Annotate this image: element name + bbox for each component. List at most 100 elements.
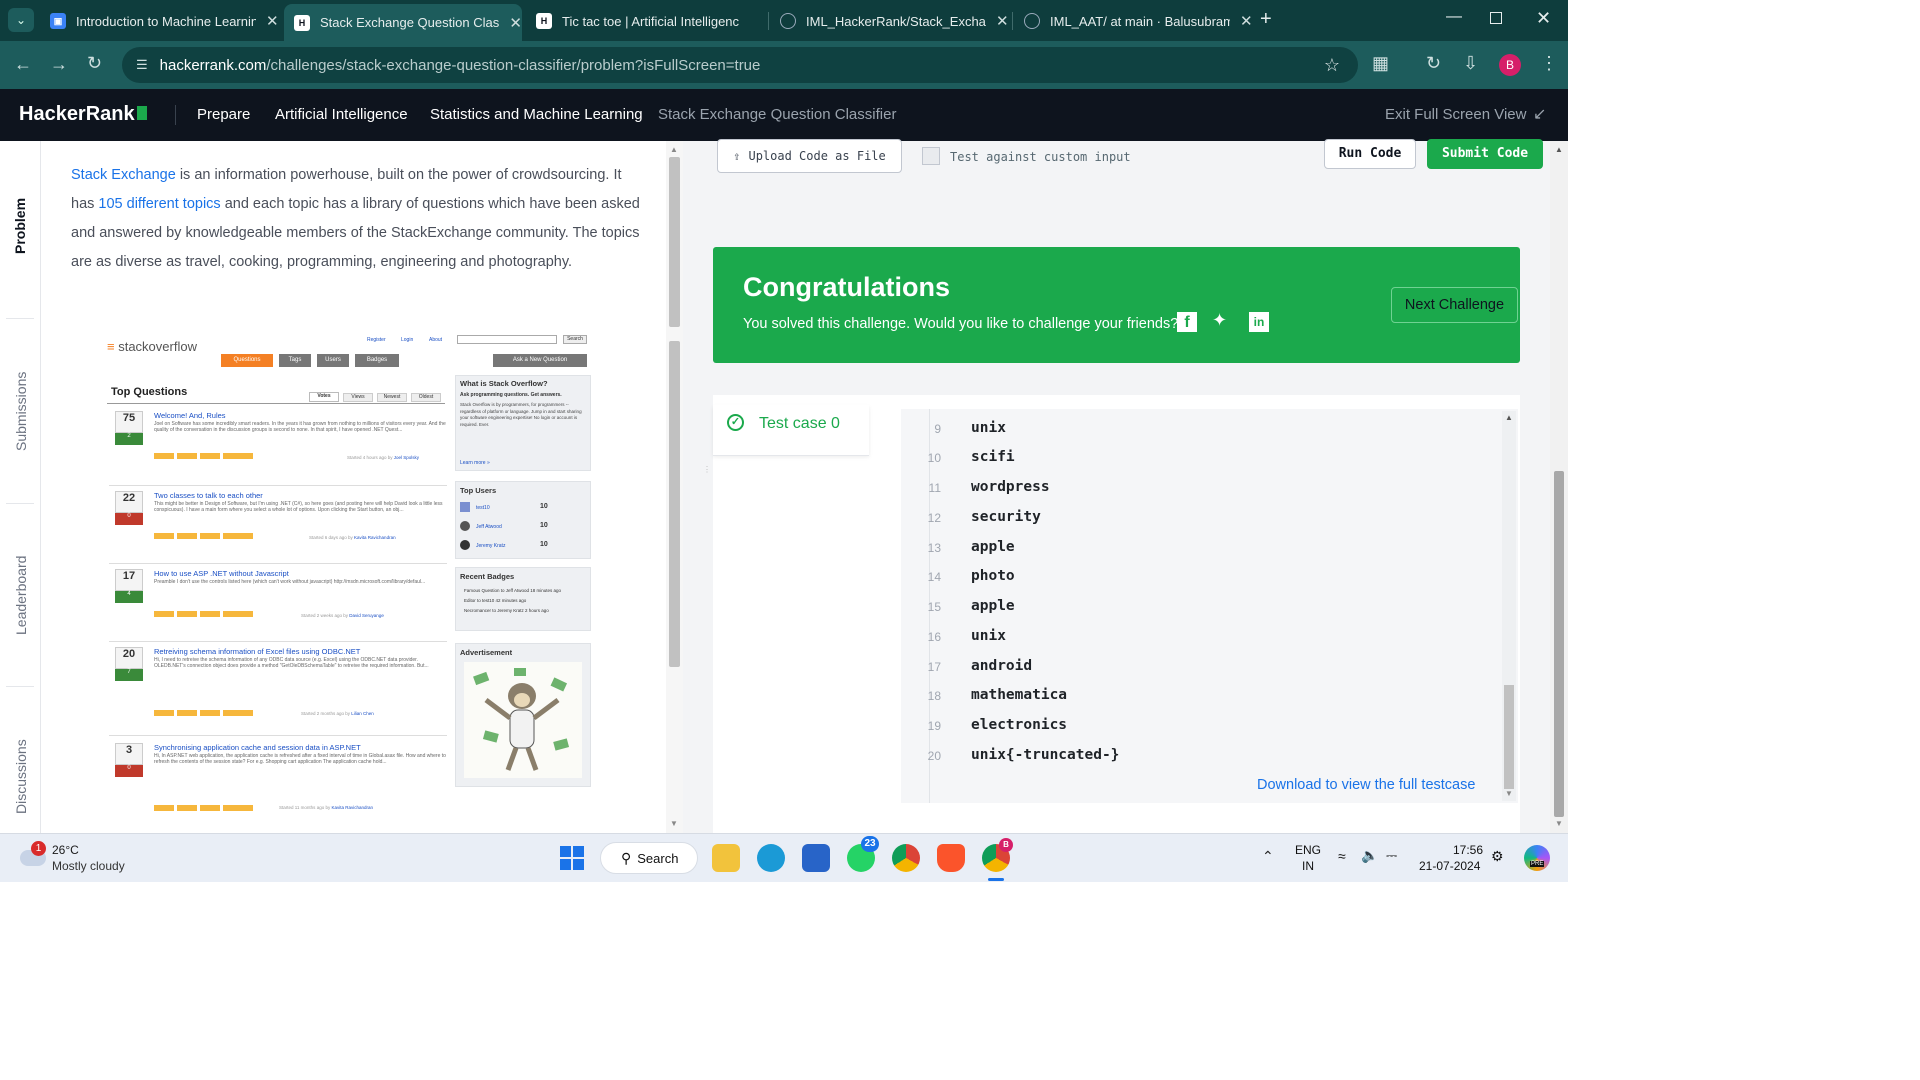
run-code-button[interactable]: Run Code xyxy=(1324,139,1416,169)
drag-handle[interactable]: ⋮ xyxy=(703,465,711,505)
windows-taskbar: 1 26°C Mostly cloudy ⚲ Search 23 B ⌃ ENG… xyxy=(0,833,1568,882)
editor-results-pane: ⇪ Upload Code as File Test against custo… xyxy=(683,139,1550,833)
chrome-app-icon[interactable] xyxy=(892,844,920,872)
browser-tab-strip: ⌄ ▣ Introduction to Machine Learnin ✕ H … xyxy=(0,0,1568,41)
volume-icon[interactable]: 🔈 xyxy=(1361,847,1378,864)
brave-icon[interactable] xyxy=(937,844,965,872)
reload-icon[interactable]: ↻ xyxy=(87,53,102,74)
bookmark-star-icon[interactable]: ☆ xyxy=(1324,55,1340,76)
stack-exchange-link[interactable]: Stack Exchange xyxy=(71,167,176,183)
copilot-icon[interactable]: PRE xyxy=(1524,845,1550,871)
browser-tab[interactable]: IML_HackerRank/Stack_Exchang ✕ xyxy=(770,6,1010,36)
linkedin-icon[interactable]: in xyxy=(1249,312,1269,332)
extensions-icon[interactable]: ▦ xyxy=(1372,53,1389,74)
problem-intro: Stack Exchange is an information powerho… xyxy=(71,167,640,270)
tab-search-button[interactable]: ⌄ xyxy=(8,8,34,32)
address-bar-row: ← → ↻ ☰ hackerrank.com /challenges/stack… xyxy=(0,41,1568,89)
windows-start-icon[interactable] xyxy=(558,844,586,872)
browser-tab[interactable]: IML_AAT/ at main · Balusubram ✕ xyxy=(1014,6,1254,36)
facebook-icon[interactable]: f xyxy=(1177,312,1197,332)
back-icon[interactable]: ← xyxy=(14,54,32,75)
taskbar-search[interactable]: ⚲ Search xyxy=(600,842,698,874)
hackerrank-logo[interactable]: HackerRank xyxy=(19,103,147,126)
close-tab-icon[interactable]: ✕ xyxy=(1240,12,1253,30)
question-row: 20 7 Retreiving schema information of Ex… xyxy=(109,647,449,733)
topics-link[interactable]: 105 different topics xyxy=(98,196,220,212)
download-icon[interactable]: ⇩ xyxy=(1463,53,1478,74)
language-bottom[interactable]: IN xyxy=(1302,859,1314,873)
active-app-indicator xyxy=(988,878,1004,881)
testcase-tab[interactable]: ✓ Test case 0 xyxy=(713,405,869,455)
minimize-icon[interactable]: — xyxy=(1446,8,1462,26)
site-info-icon[interactable]: ☰ xyxy=(136,57,148,73)
side-rail: Problem Submissions Leaderboard Discussi… xyxy=(0,141,41,833)
whatsapp-icon[interactable]: 23 xyxy=(847,836,879,872)
new-tab-button[interactable]: + xyxy=(1260,8,1272,31)
upload-icon: ⇪ xyxy=(733,149,741,163)
search-icon: ⚲ xyxy=(621,849,632,866)
language-top[interactable]: ENG xyxy=(1295,843,1321,857)
close-tab-icon[interactable]: ✕ xyxy=(996,12,1009,30)
browser-tab[interactable]: H Tic tac toe | Artificial Intelligenc xyxy=(526,6,766,36)
notification-icon[interactable]: ⚙ xyxy=(1491,848,1504,865)
tab-leaderboard[interactable]: Leaderboard xyxy=(13,556,29,635)
breadcrumb-current: Stack Exchange Question Classifier xyxy=(658,106,897,123)
browser-tab-active[interactable]: H Stack Exchange Question Classi ✕ xyxy=(284,4,522,41)
testcase-label: Test case 0 xyxy=(759,415,840,432)
close-tab-icon[interactable]: ✕ xyxy=(266,12,279,30)
submit-code-button[interactable]: Submit Code xyxy=(1427,139,1543,169)
stackoverflow-screenshot: ≡ stackoverflow Register Login About Sea… xyxy=(101,331,601,831)
store-icon[interactable] xyxy=(802,844,830,872)
collapse-icon[interactable]: ↙ xyxy=(1533,104,1546,124)
weather-widget[interactable]: 1 26°C Mostly cloudy xyxy=(18,841,178,876)
forward-icon[interactable]: → xyxy=(50,54,68,75)
tab-submissions[interactable]: Submissions xyxy=(13,372,29,451)
whatsapp-badge: 23 xyxy=(861,836,879,852)
congrats-text: You solved this challenge. Would you lik… xyxy=(743,316,1179,332)
so-badges-box: Recent Badges Famous Question to Jeff At… xyxy=(455,567,591,631)
breadcrumb-stats-ml[interactable]: Statistics and Machine Learning xyxy=(430,106,643,123)
twitter-icon[interactable]: ✦ xyxy=(1212,310,1227,331)
custom-input-checkbox[interactable] xyxy=(922,147,940,165)
performance-icon[interactable]: ↻ xyxy=(1426,53,1441,74)
page-scrollbar[interactable]: ▲ ▼ xyxy=(1550,141,1568,833)
stackoverflow-logo: ≡ stackoverflow xyxy=(107,339,197,354)
output-scrollbar[interactable]: ▲ ▼ xyxy=(1502,411,1516,801)
clock-time[interactable]: 17:56 xyxy=(1453,843,1483,857)
so-what-is-box: What is Stack Overflow? Ask programming … xyxy=(455,375,591,471)
chevron-up-icon[interactable]: ⌃ xyxy=(1262,848,1274,865)
file-explorer-icon[interactable] xyxy=(712,844,740,872)
edge-icon[interactable] xyxy=(757,844,785,872)
menu-dots-icon[interactable]: ⋮ xyxy=(1540,53,1558,74)
congrats-title: Congratulations xyxy=(743,272,950,302)
clock-date[interactable]: 21-07-2024 xyxy=(1419,859,1480,873)
wifi-icon[interactable]: ≈ xyxy=(1338,848,1346,864)
problem-scrollbar[interactable]: ▲ ▼ xyxy=(666,141,683,833)
close-tab-icon[interactable]: ✕ xyxy=(509,14,522,32)
url-field[interactable]: ☰ hackerrank.com /challenges/stack-excha… xyxy=(122,47,1358,83)
upload-code-button[interactable]: ⇪ Upload Code as File xyxy=(717,139,902,173)
browser-tab[interactable]: ▣ Introduction to Machine Learnin ✕ xyxy=(40,6,280,36)
question-row: 75 2 Welcome! And, Rules Joel on Softwar… xyxy=(109,411,449,483)
breadcrumb-ai[interactable]: Artificial Intelligence xyxy=(275,106,408,123)
weather-condition: Mostly cloudy xyxy=(52,859,125,873)
question-row: 3 0 Synchronising application cache and … xyxy=(109,743,449,829)
tab-discussions[interactable]: Discussions xyxy=(13,739,29,814)
battery-icon[interactable]: ⎓ xyxy=(1386,847,1397,864)
tab-problem[interactable]: Problem xyxy=(12,198,28,254)
tab-title: Tic tac toe | Artificial Intelligenc xyxy=(562,13,740,29)
exit-fullscreen-link[interactable]: Exit Full Screen View xyxy=(1385,106,1526,123)
chrome-icon[interactable]: B xyxy=(982,838,1013,872)
profile-avatar[interactable]: B xyxy=(1499,54,1521,76)
next-challenge-button[interactable]: Next Challenge xyxy=(1391,287,1518,323)
restore-icon[interactable] xyxy=(1490,12,1502,24)
close-window-icon[interactable]: ✕ xyxy=(1536,8,1551,29)
download-testcase-link[interactable]: Download to view the full testcase xyxy=(1257,777,1475,793)
check-circle-icon: ✓ xyxy=(727,414,744,431)
breadcrumb-prepare[interactable]: Prepare xyxy=(197,106,250,123)
congratulations-banner: Congratulations You solved this challeng… xyxy=(713,247,1520,363)
blue-doc-icon: ▣ xyxy=(50,13,66,29)
tab-title: IML_HackerRank/Stack_Exchang xyxy=(806,13,986,29)
custom-input-label: Test against custom input xyxy=(950,150,1131,164)
editor-toolbar: ⇪ Upload Code as File Test against custo… xyxy=(683,139,1550,185)
